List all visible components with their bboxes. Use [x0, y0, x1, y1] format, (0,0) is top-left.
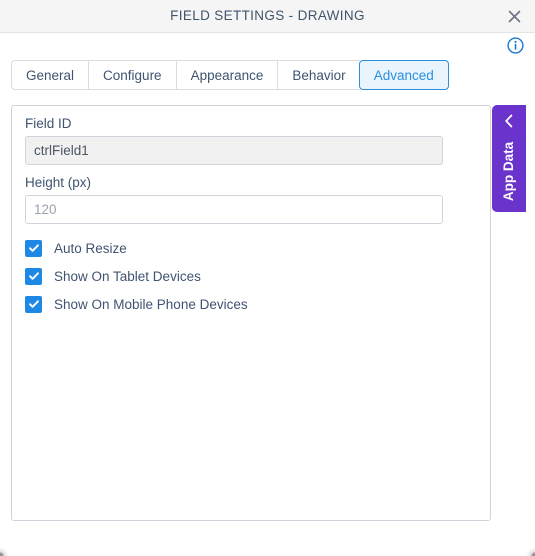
- options-checkbox-list: Auto Resize Show On Tablet Devices Show …: [25, 234, 248, 318]
- page-title: FIELD SETTINGS - DRAWING: [170, 8, 365, 23]
- advanced-settings-panel: Field ID Height (px) Auto Resize: [11, 105, 491, 521]
- app-data-panel-toggle[interactable]: App Data: [492, 105, 526, 212]
- chevron-left-icon: [492, 111, 526, 131]
- checkbox-label-show-on-mobile: Show On Mobile Phone Devices: [54, 296, 248, 312]
- window-shadow-corner: [526, 547, 535, 556]
- tab-advanced[interactable]: Advanced: [358, 60, 449, 90]
- dialog-titlebar: FIELD SETTINGS - DRAWING: [0, 0, 535, 33]
- info-icon[interactable]: [507, 37, 524, 54]
- checkbox-row-show-on-mobile[interactable]: Show On Mobile Phone Devices: [25, 290, 248, 318]
- checkbox-checked-icon[interactable]: [25, 295, 42, 313]
- checkbox-checked-icon[interactable]: [25, 239, 42, 257]
- height-group: Height (px): [25, 175, 443, 224]
- checkbox-label-show-on-tablet: Show On Tablet Devices: [54, 268, 201, 284]
- field-settings-dialog: FIELD SETTINGS - DRAWING General Configu…: [0, 0, 535, 556]
- field-id-label: Field ID: [25, 116, 72, 131]
- checkbox-checked-icon[interactable]: [25, 267, 42, 285]
- settings-tab-strip: General Configure Appearance Behavior Ad…: [11, 60, 449, 90]
- checkbox-label-auto-resize: Auto Resize: [54, 240, 127, 256]
- app-data-label: App Data: [501, 141, 517, 202]
- checkbox-row-show-on-tablet[interactable]: Show On Tablet Devices: [25, 262, 248, 290]
- height-input[interactable]: [25, 195, 443, 224]
- field-id-group: Field ID: [25, 116, 443, 165]
- checkbox-row-auto-resize[interactable]: Auto Resize: [25, 234, 248, 262]
- close-icon[interactable]: [501, 4, 527, 29]
- tab-behavior[interactable]: Behavior: [277, 60, 360, 90]
- window-shadow-corner: [0, 547, 9, 556]
- tab-general[interactable]: General: [11, 60, 89, 90]
- tab-configure[interactable]: Configure: [88, 60, 176, 90]
- field-id-input[interactable]: [25, 136, 443, 165]
- height-label: Height (px): [25, 175, 92, 190]
- tab-appearance[interactable]: Appearance: [175, 60, 278, 90]
